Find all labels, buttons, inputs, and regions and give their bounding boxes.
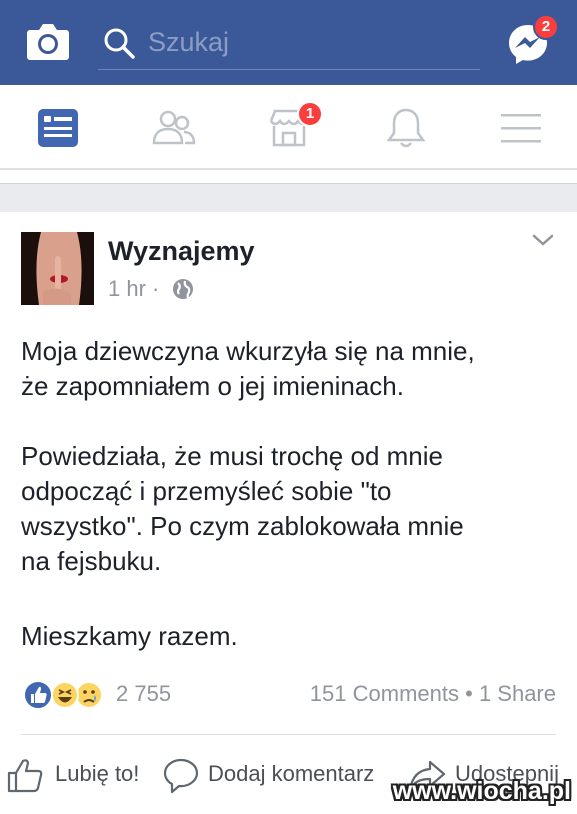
marketplace-badge: 1 xyxy=(297,101,323,127)
like-button[interactable]: Lubię to! xyxy=(55,760,139,788)
search-icon xyxy=(104,28,135,59)
reactions-count[interactable]: 2 755 xyxy=(116,680,171,708)
search-input[interactable]: Szukaj xyxy=(148,26,229,58)
like-icon[interactable] xyxy=(6,756,44,794)
messenger-badge: 2 xyxy=(533,14,559,40)
feed-gap xyxy=(0,184,577,212)
post-time: 1 hr xyxy=(108,276,146,301)
notifications-icon[interactable] xyxy=(382,105,430,151)
post-timestamp[interactable]: 1 hr · xyxy=(108,275,159,303)
post-paragraph: Moja dziewczyna wkurzyła się na mnie, że… xyxy=(21,336,475,401)
shares-count[interactable]: 1 Share xyxy=(479,681,556,706)
haha-reaction-icon xyxy=(51,681,79,709)
globe-icon xyxy=(173,279,193,299)
news-feed-icon[interactable] xyxy=(34,105,82,151)
divider xyxy=(21,734,556,735)
nav-tabs xyxy=(0,85,577,170)
search-bar[interactable]: Szukaj xyxy=(98,14,480,70)
top-bar: Szukaj xyxy=(0,0,577,85)
stats-separator: • xyxy=(465,681,473,706)
post-stats[interactable]: 151 Comments • 1 Share xyxy=(310,680,556,708)
menu-icon[interactable] xyxy=(497,105,545,151)
post-paragraph: Mieszkamy razem. xyxy=(21,621,238,651)
comment-icon[interactable] xyxy=(162,756,200,794)
separator xyxy=(0,172,577,184)
watermark: www.wiocha.pl xyxy=(392,777,571,805)
post-author[interactable]: Wyznajemy xyxy=(108,235,255,267)
chevron-down-icon[interactable] xyxy=(531,232,555,248)
post-paragraph: Powiedziała, że musi trochę od mnie odpo… xyxy=(21,441,464,576)
comments-count[interactable]: 151 Comments xyxy=(310,681,459,706)
avatar[interactable] xyxy=(21,232,94,305)
sad-reaction-icon xyxy=(75,681,103,709)
reactions-icons[interactable] xyxy=(21,678,117,712)
camera-icon[interactable] xyxy=(26,22,70,62)
comment-button[interactable]: Dodaj komentarz xyxy=(208,760,374,788)
meta-separator: · xyxy=(152,276,160,301)
friends-icon[interactable] xyxy=(150,105,198,151)
